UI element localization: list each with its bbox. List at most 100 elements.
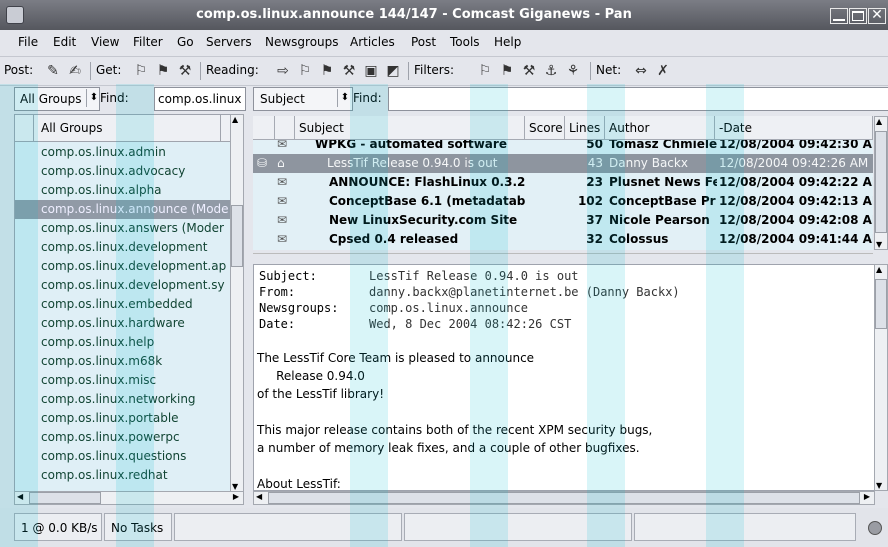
menu-articles[interactable]: Articles [350,35,395,49]
group-item[interactable]: comp.os.linux.development.ap [41,257,226,276]
group-item[interactable]: comp.os.linux.misc [41,371,156,390]
scroll-left-icon[interactable]: ◀ [256,492,262,501]
next-unread-thread-icon[interactable]: ⚑ [318,62,336,80]
column-header-action[interactable] [275,116,295,140]
group-list-hscroll[interactable]: ◀ ▶ [14,491,244,505]
post-followup-icon[interactable]: ✍ [66,62,84,80]
article-row[interactable]: ✉ ANNOUNCE: FlashLinux 0.3.2 23 Plusnet … [253,173,873,192]
scroll-right-icon[interactable]: ▶ [233,492,239,501]
scroll-thumb[interactable] [268,492,860,504]
column-header-state[interactable] [253,116,275,140]
group-item[interactable]: comp.os.linux.redhat [41,466,168,485]
menu-go[interactable]: Go [177,35,194,49]
pane-splitter[interactable] [253,253,873,262]
maximize-icon[interactable] [849,8,867,24]
group-item[interactable]: comp.os.linux.networking [41,390,196,409]
scroll-thumb[interactable] [875,131,887,233]
group-find-input[interactable]: comp.os.linux [154,87,246,111]
group-item[interactable]: comp.os.linux.development.sy [41,276,225,295]
group-item[interactable]: comp.os.linux.powerpc [41,428,180,447]
next-unread-icon[interactable]: ⇨ [274,62,292,80]
group-item[interactable]: comp.os.linux.alpha [41,181,162,200]
group-item[interactable]: comp.os.linux.help [41,333,154,352]
scroll-right-icon[interactable]: ▶ [864,492,870,501]
group-item-selected[interactable]: comp.os.linux.announce (Mode [15,200,231,219]
scroll-up-icon[interactable]: ▲ [232,115,238,124]
article-filter-select[interactable]: Subject ⬍ [253,87,353,111]
filter-mine-icon[interactable]: ⚘ [564,62,582,80]
minimize-icon[interactable] [830,8,848,24]
group-item[interactable]: comp.os.linux.hardware [41,314,185,333]
article-row[interactable]: ✉ ConceptBase 6.1 (metadatab 102 Concept… [253,192,873,211]
column-header-date[interactable]: -Date [715,116,873,140]
menu-edit[interactable]: Edit [53,35,76,49]
group-item[interactable]: comp.os.linux.development [41,238,207,257]
article-view-vscroll[interactable]: ▲ ▼ [874,264,888,491]
menu-view[interactable]: View [91,35,119,49]
group-list[interactable]: All Groups comp.os.linux.admin comp.os.l… [14,114,232,492]
close-icon[interactable]: ✕ [868,7,886,24]
read-more-icon[interactable]: ⚒ [340,62,358,80]
menu-filter[interactable]: Filter [133,35,163,49]
column-header-subject[interactable]: Subject [295,116,525,140]
menu-newsgroups[interactable]: Newsgroups [265,35,339,49]
save-article-icon[interactable]: ▣ [362,62,380,80]
get-new-headers-icon[interactable]: ⚐ [132,62,150,80]
group-list-vscroll[interactable]: ▲ ▼ [230,114,244,492]
article-row[interactable]: ✉ Cpsed 0.4 released 32 Colossus 12/08/2… [253,230,873,249]
filter-cached-icon[interactable]: ⚑ [498,62,516,80]
article-list[interactable]: ✉ WPKG - automated software 50 Tomasz Ch… [253,140,873,250]
group-item[interactable]: comp.os.linux.portable [41,409,179,428]
article-author: ConceptBase Pr [609,194,716,208]
article-find-input[interactable] [388,87,888,111]
group-scope-select[interactable]: All Groups ⬍ [14,87,100,111]
filters-label: Filters: [414,63,455,77]
group-list-header[interactable]: All Groups [15,115,231,142]
scroll-thumb[interactable] [875,279,887,329]
print-article-icon[interactable]: ◩ [384,62,402,80]
filter-unread-icon[interactable]: ⚐ [476,62,494,80]
menu-post[interactable]: Post [411,35,436,49]
online-toggle-icon[interactable]: ⇔ [632,62,650,80]
column-header-score[interactable]: Score [525,116,565,140]
group-item[interactable]: comp.os.linux.m68k [41,352,162,371]
menu-tools[interactable]: Tools [450,35,480,49]
article-row[interactable]: ✉ New LinuxSecurity.com Site 37 Nicole P… [253,211,873,230]
menu-file[interactable]: File [18,35,38,49]
scroll-left-icon[interactable]: ◀ [17,492,23,501]
group-item[interactable]: comp.os.linux.questions [41,447,186,466]
next-thread-icon[interactable]: ⚐ [296,62,314,80]
column-header-lines[interactable]: Lines [565,116,605,140]
article-row-selected[interactable]: ⛁ ⌂ LessTif Release 0.94.0 is out 43 Dan… [253,154,873,173]
scroll-thumb[interactable] [29,492,101,504]
group-item[interactable]: comp.os.linux.advocacy [41,162,185,181]
scroll-down-icon[interactable]: ▼ [232,482,238,491]
article-list-vscroll[interactable]: ▲ ▼ [874,116,888,250]
filter-complete-icon[interactable]: ⚒ [520,62,538,80]
cancel-tasks-icon[interactable]: ✗ [654,62,672,80]
article-row[interactable]: ✉ WPKG - automated software 50 Tomasz Ch… [253,140,873,154]
scroll-down-icon[interactable]: ▼ [876,240,882,249]
menu-help[interactable]: Help [494,35,521,49]
scroll-up-icon[interactable]: ▲ [876,117,882,126]
group-item[interactable]: comp.os.linux.answers (Moder [41,219,224,238]
header-value: LessTif Release 0.94.0 is out [369,269,579,283]
menu-servers[interactable]: Servers [206,35,252,49]
group-item[interactable]: comp.os.linux.embedded [41,295,193,314]
post-article-icon[interactable]: ✎ [44,62,62,80]
get-articles-icon[interactable]: ⚒ [176,62,194,80]
article-view-hscroll[interactable]: ◀ ▶ [253,491,875,505]
filter-watched-icon[interactable]: ⚓ [542,62,560,80]
column-header-author[interactable]: Author [605,116,715,140]
article-view[interactable]: Subject: LessTif Release 0.94.0 is out F… [253,264,875,491]
body-line: About LessTif: [257,477,341,491]
get-headers-icon[interactable]: ⚑ [154,62,172,80]
header-key: Newsgroups: [259,301,339,315]
task-status[interactable]: No Tasks [104,513,172,541]
group-item[interactable]: comp.os.linux.admin [41,143,166,162]
scroll-up-icon[interactable]: ▲ [876,265,882,274]
scroll-down-icon[interactable]: ▼ [876,481,882,490]
connection-status-icon [868,521,882,535]
article-subject: ConceptBase 6.1 (metadatab [329,194,526,208]
scroll-thumb[interactable] [231,205,243,267]
